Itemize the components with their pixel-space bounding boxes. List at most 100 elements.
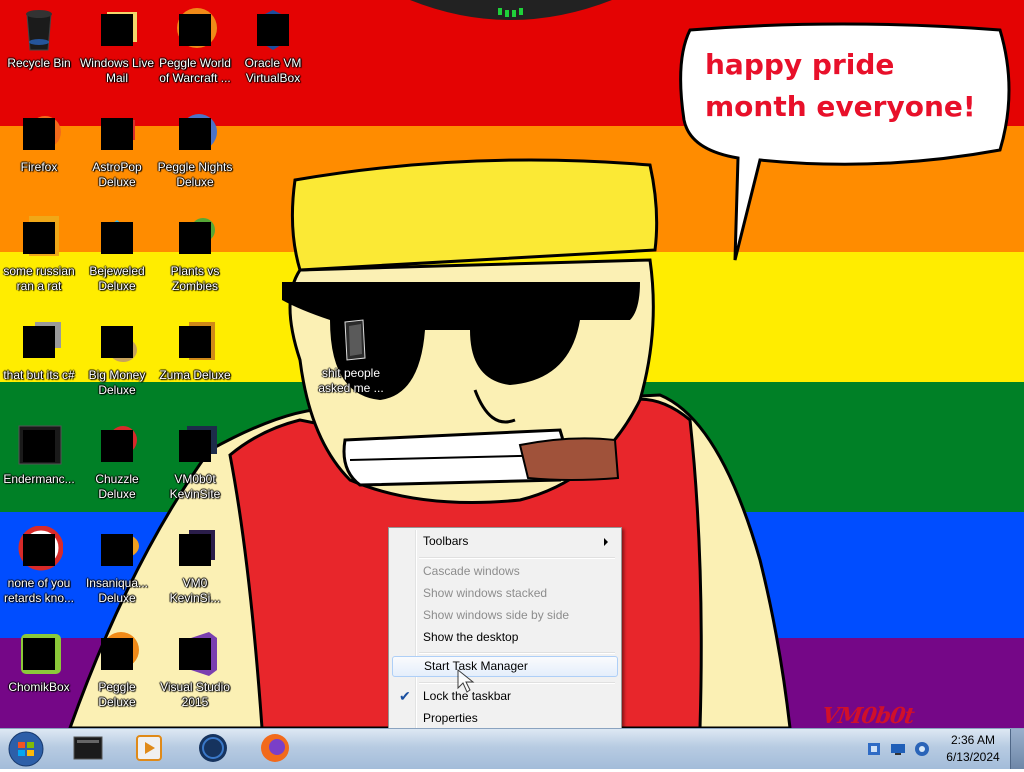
desktop-icon-label: Visual Studio 2015 <box>160 680 230 709</box>
desktop-icon-recycle-bin[interactable]: Recycle Bin <box>0 6 78 71</box>
shortcut-icon <box>15 422 63 470</box>
checkmark-icon: ✔ <box>399 688 411 704</box>
desktop-icon-label: Endermanc... <box>3 472 75 486</box>
firefox-icon <box>261 734 289 762</box>
taskbar-pinned-browser[interactable] <box>184 730 242 767</box>
firefox-icon <box>15 110 63 158</box>
desktop-icon-label: Windows Live Mail <box>79 56 155 85</box>
desktop-icon-vm0-kevinsite[interactable]: VM0 KevinSi... <box>156 526 234 606</box>
desktop-icon-big-money[interactable]: Big Money Deluxe <box>78 318 156 398</box>
desktop-icon-label: some russian ran a rat <box>3 264 75 293</box>
desktop-icon-peggle-wow[interactable]: Peggle World of Warcraft ... <box>156 6 234 86</box>
shortcut-icon <box>171 422 219 470</box>
desktop-icon-russian-rat[interactable]: some russian ran a rat <box>0 214 78 294</box>
desktop-icon-chomikbox[interactable]: ChomikBox <box>0 630 78 695</box>
desktop-icon-label: Plants vs Zombies <box>170 264 220 293</box>
terminal-icon <box>73 736 103 760</box>
taskbar-context-menu: Toolbars Cascade windows Show windows st… <box>388 527 622 728</box>
clock-date[interactable]: 6/13/2024 <box>940 750 1006 764</box>
recycle-bin-icon <box>15 6 63 54</box>
desktop-icon-label: Zuma Deluxe <box>159 368 231 382</box>
menu-item-label: Toolbars <box>423 534 469 548</box>
desktop-icon-label: Bejeweled Deluxe <box>89 264 145 293</box>
desktop-icon-vm0b0t-kevinsite[interactable]: VM0b0t KevinSite <box>156 422 234 502</box>
taskbar[interactable]: 2:36 AM 6/13/2024 <box>0 728 1024 769</box>
windows-live-mail-icon <box>93 6 141 54</box>
shortcut-icon <box>15 214 63 262</box>
display-icon[interactable] <box>890 741 906 757</box>
desktop-icon-label: Oracle VM VirtualBox <box>244 56 302 85</box>
wallpaper-signature: VM0b0t <box>820 703 916 728</box>
desktop-icon-virtualbox[interactable]: Oracle VM VirtualBox <box>234 6 312 86</box>
network-icon[interactable] <box>866 741 882 757</box>
desktop-icon-label: none of you retards kno... <box>3 576 75 605</box>
desktop-icon-chuzzle[interactable]: Chuzzle Deluxe <box>78 422 156 502</box>
chomikbox-icon <box>15 630 63 678</box>
desktop-icon-label: Peggle Deluxe <box>98 680 136 709</box>
desktop-icon-plants-vs-zombies[interactable]: Plants vs Zombies <box>156 214 234 294</box>
big-money-icon <box>93 318 141 366</box>
desktop-icon-windows-live-mail[interactable]: Windows Live Mail <box>78 6 156 86</box>
menu-item-show-the-desktop[interactable]: Show the desktop <box>392 627 616 648</box>
menu-separator <box>419 652 615 654</box>
desktop-icon-label: shit people asked me ... <box>318 366 384 395</box>
shortcut-icon <box>15 318 63 366</box>
desktop-icon-label: VM0b0t KevinSite <box>169 472 221 501</box>
desktop-icon-visual-studio[interactable]: Visual Studio 2015 <box>156 630 234 710</box>
clock-time[interactable]: 2:36 AM <box>940 733 1006 747</box>
desktop-icon-label: ChomikBox <box>8 680 70 694</box>
menu-item-toolbars[interactable]: Toolbars <box>392 531 616 552</box>
desktop-icon-folder[interactable]: shit people asked me ... <box>312 316 390 396</box>
menu-item-label: Show windows stacked <box>423 586 548 600</box>
folder-icon <box>327 316 375 364</box>
zuma-icon <box>171 318 219 366</box>
virtualbox-icon <box>249 6 297 54</box>
desktop-icon-astropop[interactable]: AstroPop Deluxe <box>78 110 156 190</box>
desktop-icon-that-but-csharp[interactable]: that but its c# <box>0 318 78 383</box>
insaniquarium-icon <box>93 526 141 574</box>
browser-globe-icon <box>199 734 227 762</box>
peggle-wow-icon <box>171 6 219 54</box>
taskbar-pinned-media-player[interactable] <box>120 730 178 767</box>
menu-item-label: Show windows side by side <box>423 608 570 622</box>
desktop-icon-peggle-deluxe[interactable]: Peggle Deluxe <box>78 630 156 710</box>
desktop-icon-none-of-you[interactable]: none of you retards kno... <box>0 525 78 606</box>
desktop-icon-insaniquarium[interactable]: Insaniqua... Deluxe <box>78 526 156 606</box>
menu-item-show-windows-stacked[interactable]: Show windows stacked <box>392 583 616 604</box>
desktop-icon-bejeweled[interactable]: Bejeweled Deluxe <box>78 214 156 294</box>
menu-item-properties[interactable]: Properties <box>392 708 616 728</box>
menu-item-label: Properties <box>423 711 478 725</box>
desktop-icon-label: AstroPop Deluxe <box>92 160 142 189</box>
show-desktop-button[interactable] <box>1010 729 1024 769</box>
menu-item-cascade-windows[interactable]: Cascade windows <box>392 561 616 582</box>
desktop-icon-peggle-nights[interactable]: Peggle Nights Deluxe <box>156 110 234 190</box>
menu-item-show-windows-side-by-side[interactable]: Show windows side by side <box>392 605 616 626</box>
menu-item-start-task-manager[interactable]: Start Task Manager <box>392 656 618 677</box>
desktop-icon-label: Firefox <box>20 160 58 174</box>
mouse-cursor-icon <box>457 668 475 693</box>
menu-separator <box>419 682 615 684</box>
desktop[interactable]: happy pride month everyone! VM0b0t Recyc… <box>0 0 1024 728</box>
desktop-icon-label: Recycle Bin <box>7 56 71 70</box>
peggle-nights-icon <box>171 110 219 158</box>
menu-item-label: Cascade windows <box>423 564 520 578</box>
desktop-icon-zuma[interactable]: Zuma Deluxe <box>156 318 234 383</box>
desktop-icon-label: Insaniqua... Deluxe <box>85 576 149 605</box>
volume-icon[interactable] <box>914 741 930 757</box>
peggle-icon <box>93 630 141 678</box>
menu-item-lock-the-taskbar[interactable]: ✔ Lock the taskbar <box>392 686 616 707</box>
plants-vs-zombies-icon <box>171 214 219 262</box>
start-button[interactable] <box>4 730 48 768</box>
desktop-icon-endermanch[interactable]: Endermanc... <box>0 422 78 487</box>
desktop-icon-label: Peggle Nights Deluxe <box>157 160 233 189</box>
desktop-icon-firefox[interactable]: Firefox <box>0 110 78 175</box>
taskbar-pinned-terminal[interactable] <box>60 730 118 767</box>
desktop-icon-label: that but its c# <box>3 368 75 382</box>
menu-separator <box>419 557 615 559</box>
desktop-icon-label: Big Money Deluxe <box>88 368 146 397</box>
shortcut-icon <box>171 526 219 574</box>
desktop-icon-label: VM0 KevinSi... <box>169 576 221 605</box>
taskbar-pinned-firefox[interactable] <box>246 730 304 767</box>
astropop-icon <box>93 110 141 158</box>
desktop-icon-label: Chuzzle Deluxe <box>95 472 139 501</box>
